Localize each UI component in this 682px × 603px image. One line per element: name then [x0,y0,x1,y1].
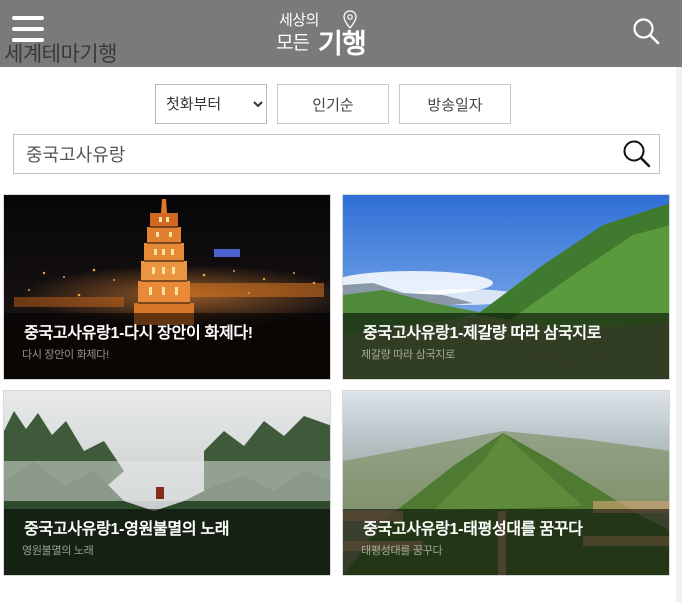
episode-subtitle: 다시 장안이 화제다! [22,349,109,361]
logo-text-line2: 모든 [276,32,310,54]
episode-card-3[interactable]: 중국고사유랑1-영원불멸의 노래 영원불멸의 노래 [3,390,331,576]
episode-subtitle: 태평성대를 꿈꾸다 [361,545,443,557]
hamburger-menu-icon[interactable] [12,16,44,42]
location-pin-icon [343,10,357,29]
header-search-icon[interactable] [632,17,660,45]
episode-title: 중국고사유랑1-제갈량 따라 삼국지로 [363,325,602,342]
page-scrollbar[interactable] [676,67,682,603]
episode-title: 중국고사유랑1-다시 장안이 화제다! [24,325,253,342]
popular-sort-button[interactable]: 인기순 [277,84,389,124]
logo-text-line1: 세상의 [279,11,319,29]
episode-title: 중국고사유랑1-영원불멸의 노래 [24,521,230,538]
broadcast-date-button[interactable]: 방송일자 [399,84,511,124]
page-title: 세계테마기행 [4,42,117,66]
sort-select[interactable]: 첫화부터 [155,84,267,124]
episode-title: 중국고사유랑1-태평성대를 꿈꾸다 [363,521,583,538]
episode-card-1[interactable]: 중국고사유랑1-다시 장안이 화제다! 다시 장안이 화제다! [3,194,331,380]
search-icon[interactable] [622,139,652,169]
episode-subtitle: 제갈량 따라 삼국지로 [361,349,455,361]
site-logo[interactable]: 세상의 모든 기행 [276,8,367,60]
search-input[interactable] [14,135,614,173]
episode-subtitle: 영원불멸의 노래 [22,545,94,557]
episode-card-4[interactable]: 중국고사유랑1-태평성대를 꿈꾸다 태평성대를 꿈꾸다 [342,390,670,576]
search-bar [13,134,660,174]
episode-card-2[interactable]: 중국고사유랑1-제갈량 따라 삼국지로 제갈량 따라 삼국지로 [342,194,670,380]
